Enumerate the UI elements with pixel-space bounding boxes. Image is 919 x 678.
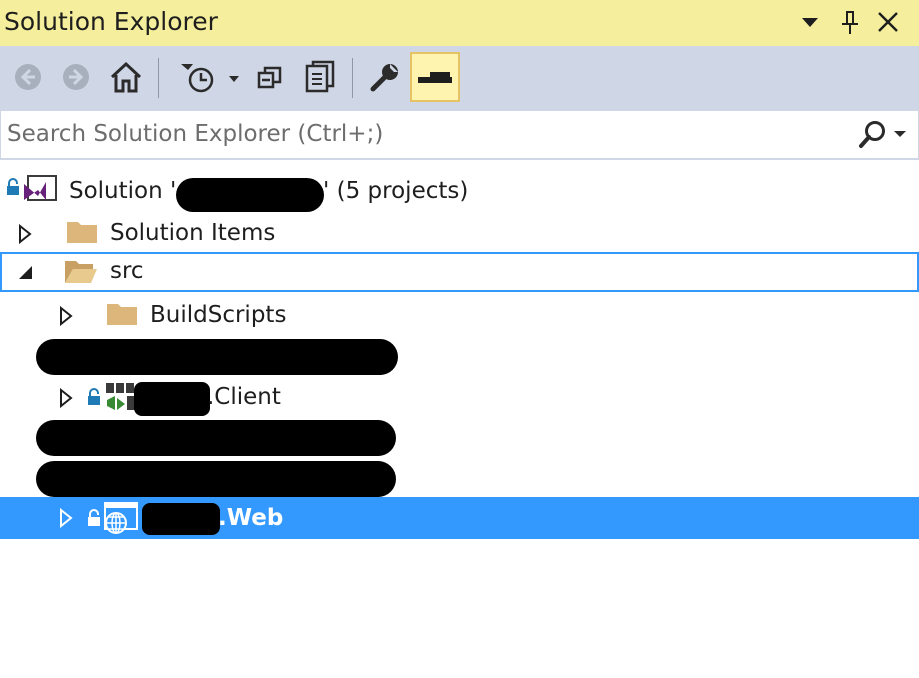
dropdown-icon[interactable] — [796, 6, 824, 38]
divider — [0, 158, 919, 160]
home-icon[interactable] — [106, 52, 146, 102]
solution-suffix: ' (5 projects) — [323, 178, 469, 204]
lock-icon — [87, 509, 101, 531]
tree-row-web-project[interactable]: .Web — [0, 497, 919, 539]
window-title: Solution Explorer — [4, 7, 218, 36]
folder-icon — [66, 218, 98, 248]
tree-row-solution-items[interactable]: Solution Items — [0, 214, 919, 254]
back-icon[interactable] — [12, 52, 44, 102]
toolbar-separator — [352, 58, 353, 98]
title-bar: Solution Explorer — [0, 0, 919, 46]
redacted-name — [142, 503, 220, 535]
visual-studio-solution-icon — [20, 174, 58, 210]
lock-icon — [6, 178, 20, 200]
expand-arrow-icon[interactable] — [55, 506, 77, 530]
redacted-row — [36, 461, 396, 497]
tree-item-label: src — [110, 258, 144, 284]
search-icon — [859, 121, 885, 148]
pin-icon[interactable] — [836, 6, 864, 38]
tree-item-label: BuildScripts — [150, 302, 287, 328]
redacted-row — [36, 339, 398, 375]
show-all-files-icon[interactable] — [300, 52, 340, 102]
search-input[interactable]: Search Solution Explorer (Ctrl+;) — [7, 121, 383, 147]
search-options-button[interactable] — [858, 119, 906, 149]
open-folder-icon — [64, 257, 98, 289]
redacted-name — [176, 178, 324, 212]
expand-arrow-icon[interactable] — [55, 304, 77, 328]
web-project-icon — [103, 501, 139, 539]
tree-row-buildscripts[interactable]: BuildScripts — [0, 296, 919, 336]
solution-prefix: Solution ' — [69, 178, 177, 204]
close-icon[interactable] — [874, 6, 902, 38]
lock-icon — [87, 388, 101, 410]
tree-item-label: .Client — [207, 384, 281, 410]
search-box[interactable]: Search Solution Explorer (Ctrl+;) — [0, 110, 919, 159]
expand-arrow-icon[interactable] — [14, 222, 36, 246]
toolbar — [0, 46, 919, 110]
forward-icon[interactable] — [60, 52, 92, 102]
chevron-down-icon — [894, 131, 906, 137]
tree-item-label: .Web — [218, 505, 284, 531]
expand-arrow-icon[interactable] — [55, 386, 77, 410]
redacted-row — [36, 420, 396, 456]
properties-icon[interactable] — [366, 52, 404, 102]
pending-changes-filter-icon[interactable] — [174, 52, 244, 102]
toolbar-separator — [158, 58, 159, 98]
collapse-all-icon[interactable] — [254, 52, 288, 102]
tree-row-src[interactable]: src — [0, 252, 919, 292]
preview-selected-items-icon[interactable] — [410, 52, 460, 102]
tree-row-client-project[interactable]: .Client — [0, 378, 919, 418]
collapse-arrow-icon[interactable] — [14, 260, 36, 284]
redacted-name — [134, 382, 210, 416]
folder-icon — [106, 300, 138, 330]
tree-row-solution[interactable]: Solution ' ' (5 projects) — [0, 172, 919, 212]
tree-item-label: Solution Items — [110, 220, 276, 246]
